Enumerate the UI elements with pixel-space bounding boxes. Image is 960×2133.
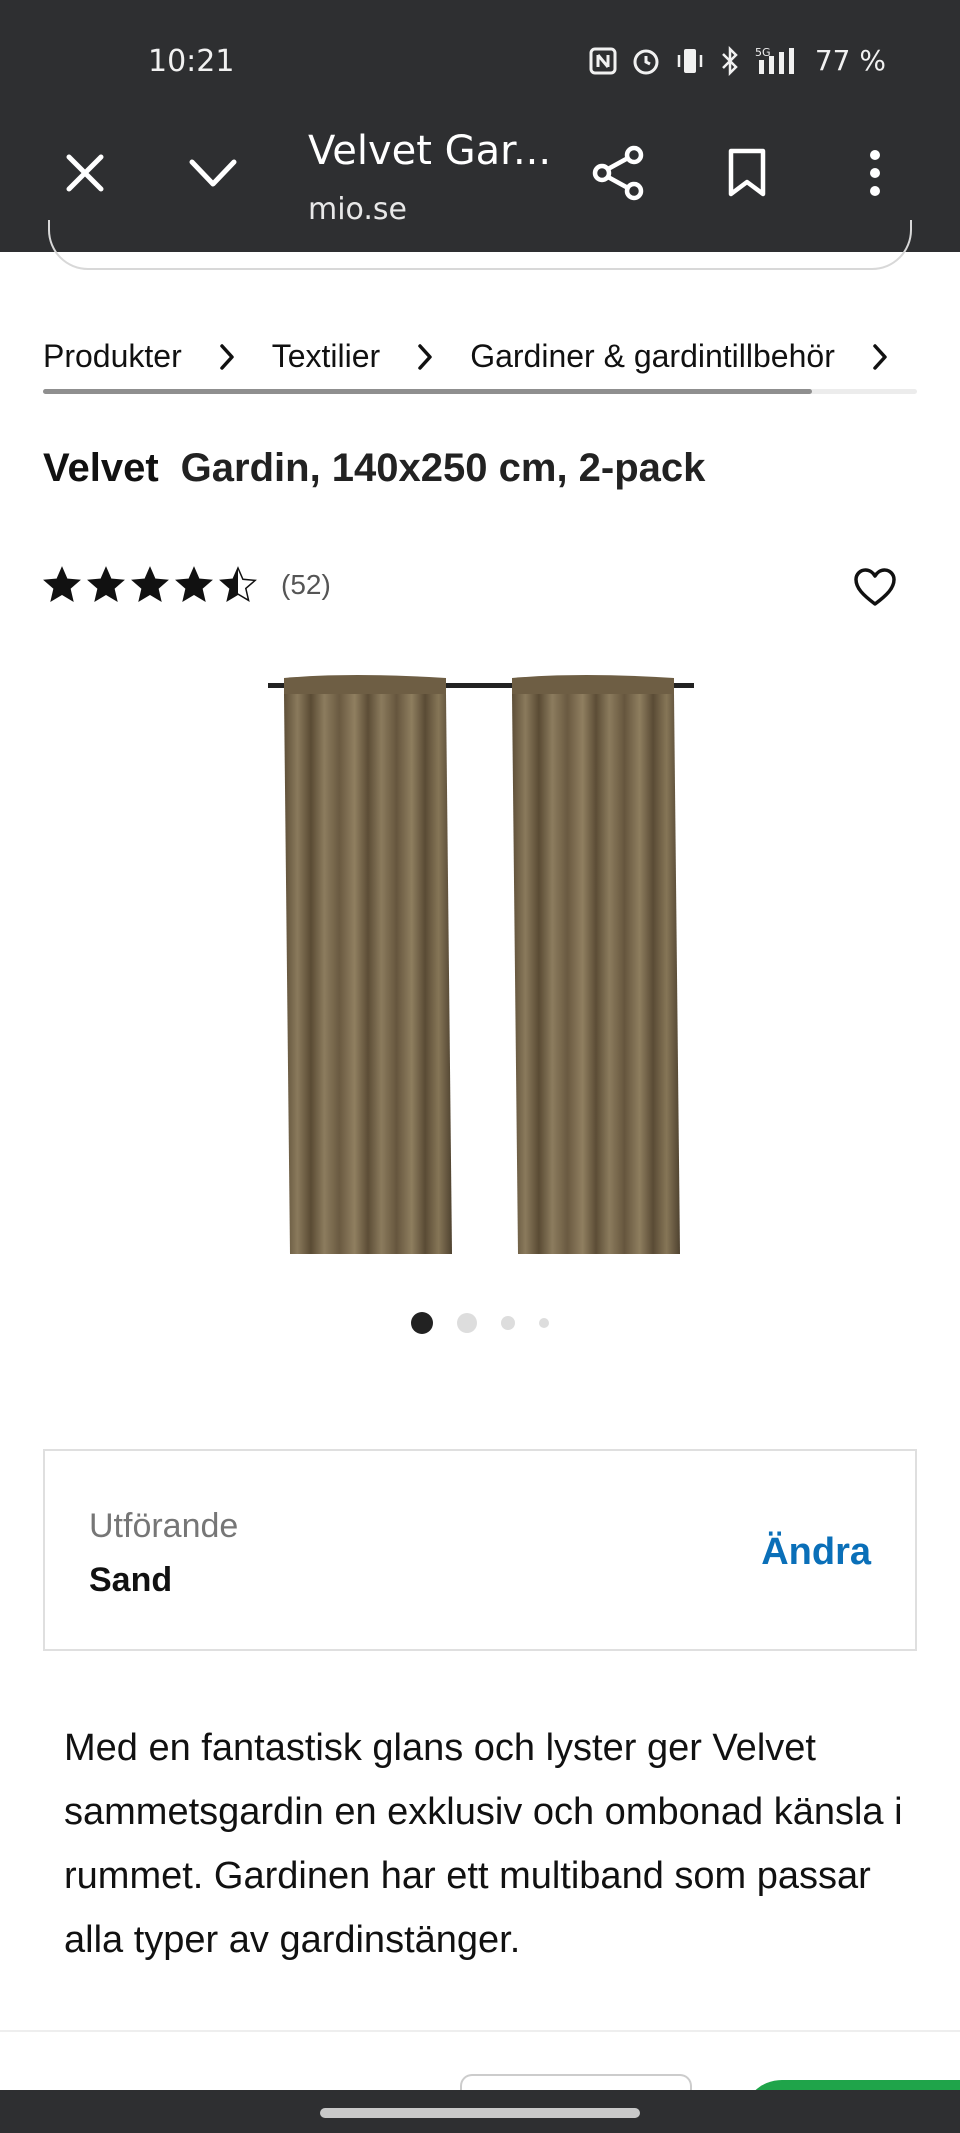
- page-title: Velvet Gar...: [308, 128, 552, 174]
- breadcrumb: Produkter Textilier Gardiner & gardintil…: [43, 338, 925, 375]
- carousel-dot[interactable]: [457, 1313, 477, 1333]
- status-icons: 5G 77 %: [589, 44, 886, 77]
- share-icon: [592, 145, 644, 201]
- alarm-icon: [631, 45, 661, 77]
- more-options-button[interactable]: [830, 128, 920, 218]
- breadcrumb-scroll-thumb[interactable]: [43, 389, 813, 394]
- product-body-text: Med en fantastisk glans och lyster ger V…: [64, 1727, 903, 1961]
- status-time: 10:21: [148, 44, 235, 79]
- breadcrumb-item-gardiner[interactable]: Gardiner & gardintillbehör: [470, 338, 835, 375]
- close-tab-button[interactable]: [40, 128, 130, 218]
- breadcrumb-item-produkter[interactable]: Produkter: [43, 338, 182, 375]
- chevron-right-icon: [865, 341, 895, 373]
- product-name: Velvet: [43, 446, 159, 490]
- variant-selector: Utförande Sand Ändra: [43, 1449, 917, 1651]
- chevron-right-icon: [410, 341, 440, 373]
- star-icon: [175, 566, 213, 604]
- vibrate-icon: [675, 45, 705, 77]
- bluetooth-icon: [719, 45, 741, 77]
- heart-icon: [854, 568, 896, 606]
- star-icon: [87, 566, 125, 604]
- battery-level: 77 %: [814, 44, 886, 77]
- variant-label: Utförande: [89, 1507, 239, 1545]
- chevron-down-icon: [189, 159, 237, 187]
- gesture-handle[interactable]: [320, 2108, 640, 2118]
- favorite-button[interactable]: [848, 560, 902, 614]
- system-navigation-bar: [0, 2090, 960, 2133]
- carousel-dot[interactable]: [539, 1318, 549, 1328]
- network-label: 5G: [755, 46, 771, 59]
- share-button[interactable]: [574, 128, 664, 218]
- nfc-icon: [589, 45, 617, 77]
- search-field-edge[interactable]: [48, 220, 912, 270]
- product-rating[interactable]: (52): [43, 566, 331, 604]
- star-icon: [131, 566, 169, 604]
- variant-value: Sand: [89, 1561, 173, 1599]
- curtain-panel-right: [512, 675, 680, 1254]
- breadcrumb-scrollbar[interactable]: [43, 389, 917, 394]
- chevron-right-icon: [212, 341, 242, 373]
- carousel-dot[interactable]: [411, 1312, 433, 1334]
- signal-icon: 5G: [755, 45, 801, 77]
- carousel-dot[interactable]: [501, 1316, 515, 1330]
- rating-stars: [43, 566, 257, 604]
- curtain-panel-left: [284, 675, 452, 1254]
- curtain-product-image[interactable]: [260, 672, 700, 1258]
- minimize-tab-button[interactable]: [168, 128, 258, 218]
- star-icon: [219, 566, 257, 604]
- product-title: Velvet Gardin, 140x250 cm, 2-pack: [43, 446, 705, 491]
- star-icon: [43, 566, 81, 604]
- carousel-pagination: [0, 1312, 960, 1334]
- change-variant-link[interactable]: Ändra: [761, 1531, 871, 1574]
- close-icon: [66, 154, 104, 192]
- review-count: (52): [281, 569, 331, 600]
- breadcrumb-item-textilier[interactable]: Textilier: [272, 338, 380, 375]
- product-description: Gardin, 140x250 cm, 2-pack: [180, 446, 706, 490]
- bookmark-button[interactable]: [702, 128, 792, 218]
- more-vert-icon: [870, 150, 880, 196]
- bookmark-icon: [728, 148, 766, 197]
